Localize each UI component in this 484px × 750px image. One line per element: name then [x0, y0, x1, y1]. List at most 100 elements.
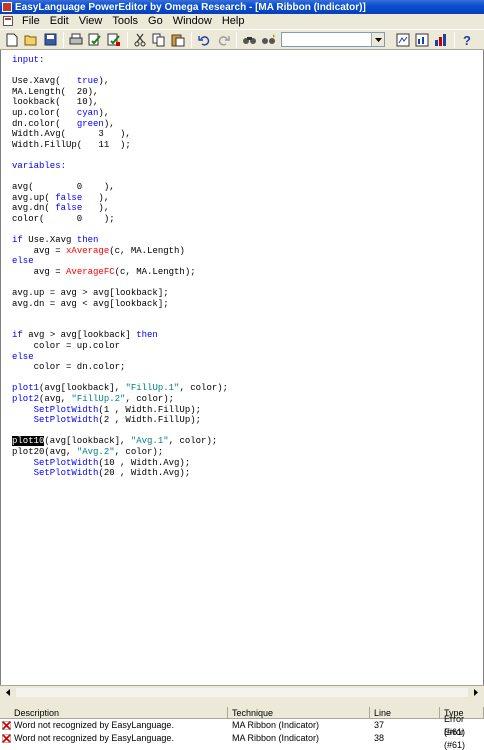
menu-edit[interactable]: Edit	[45, 14, 74, 28]
code-token: input:	[12, 55, 45, 65]
column-header-technique[interactable]: Technique	[228, 707, 370, 718]
code-line[interactable]: if avg > avg[lookback] then	[12, 330, 228, 341]
code-line[interactable]: ​	[12, 373, 228, 384]
code-line[interactable]: Width.FillUp( 11 );	[12, 140, 228, 151]
scroll-right-icon[interactable]	[470, 687, 482, 698]
code-token: avg =	[12, 245, 67, 256]
error-row[interactable]: Word not recognized by EasyLanguage. MA …	[0, 714, 484, 737]
menu-file[interactable]: File	[17, 14, 45, 28]
code-line[interactable]: up.color( cyan),	[12, 108, 228, 119]
code-line[interactable]: else	[12, 256, 228, 267]
code-token: color = up.color	[12, 341, 121, 352]
code-token: if	[12, 235, 23, 246]
verify-icon[interactable]	[87, 32, 103, 48]
code-text[interactable]: input:​Use.Xavg( true),MA.Length( 20),lo…	[12, 55, 228, 479]
code-line[interactable]: variables:	[12, 161, 228, 172]
menu-view[interactable]: View	[74, 14, 108, 28]
code-line[interactable]: avg.dn = avg < avg[lookback];	[12, 299, 228, 310]
column-header-description[interactable]: Description	[0, 707, 228, 718]
code-line[interactable]: SetPlotWidth(2 , Width.FillUp);	[12, 415, 228, 426]
code-line[interactable]: ​	[12, 172, 228, 183]
app-icon[interactable]	[2, 2, 12, 12]
code-line[interactable]: color( 0 );	[12, 214, 228, 225]
code-line[interactable]: avg.up( false ),	[12, 193, 228, 204]
save-icon[interactable]	[42, 32, 58, 48]
code-line[interactable]: plot20(avg, "Avg.2", color);	[12, 447, 228, 458]
code-line[interactable]: ​	[12, 66, 228, 77]
dictionary-icon[interactable]	[395, 32, 411, 48]
code-line[interactable]: input:	[12, 55, 228, 66]
code-token: dn.color(	[12, 118, 77, 129]
code-token: ),	[82, 203, 110, 214]
verify-all-icon[interactable]	[106, 32, 122, 48]
open-folder-icon[interactable]	[23, 32, 39, 48]
toolbar: ?	[0, 29, 484, 50]
code-token: color = dn.color;	[12, 362, 126, 373]
code-line[interactable]: avg.up = avg > avg[lookback];	[12, 288, 228, 299]
error-row[interactable]: Word not recognized by EasyLanguage. MA …	[0, 727, 484, 750]
code-line[interactable]: SetPlotWidth(10 , Width.Avg);	[12, 458, 228, 469]
menu-window[interactable]: Window	[168, 14, 217, 28]
code-token: (2 , Width.FillUp);	[98, 415, 202, 426]
code-line[interactable]: avg( 0 ),	[12, 182, 228, 193]
redo-icon[interactable]	[215, 32, 231, 48]
scroll-left-icon[interactable]	[2, 687, 14, 698]
paste-icon[interactable]	[170, 32, 186, 48]
menu-tools[interactable]: Tools	[107, 14, 143, 28]
code-line[interactable]: else	[12, 352, 228, 363]
code-line[interactable]: ​	[12, 320, 228, 331]
code-token: then	[136, 330, 158, 341]
code-editor[interactable]: input:​Use.Xavg( true),MA.Length( 20),lo…	[0, 50, 484, 685]
menu-help[interactable]: Help	[217, 14, 250, 28]
code-line[interactable]: MA.Length( 20),	[12, 87, 228, 98]
code-token: (c, MA.Length)	[109, 245, 185, 256]
toolbar-combo[interactable]	[281, 32, 385, 47]
code-line[interactable]: avg = xAverage(c, MA.Length)	[12, 246, 228, 257]
code-token: SetPlotWidth	[33, 404, 99, 415]
code-line[interactable]: avg.dn( false ),	[12, 203, 228, 214]
code-line[interactable]: Width.Avg( 3 ),	[12, 129, 228, 140]
print-icon[interactable]	[68, 32, 84, 48]
code-line[interactable]: ​	[12, 426, 228, 437]
code-line[interactable]: avg = AverageFC(c, MA.Length);	[12, 267, 228, 278]
code-line[interactable]: color = up.color	[12, 341, 228, 352]
code-line[interactable]: plot1(avg[lookback], "FillUp.1", color);	[12, 383, 228, 394]
code-line[interactable]: ​	[12, 277, 228, 288]
find-icon[interactable]	[241, 32, 257, 48]
code-line[interactable]: color = dn.color;	[12, 362, 228, 373]
code-line[interactable]: if Use.Xavg then	[12, 235, 228, 246]
undo-icon[interactable]	[196, 32, 212, 48]
code-token: Width.FillUp( 11 );	[12, 139, 131, 150]
error-description: Word not recognized by EasyLanguage.	[14, 733, 174, 743]
column-header-line[interactable]: Line	[370, 707, 440, 718]
code-line[interactable]: plot10(avg[lookback], "Avg.1", color);	[12, 436, 228, 447]
copy-icon[interactable]	[151, 32, 167, 48]
chart-icon[interactable]	[414, 32, 430, 48]
bar-chart-icon[interactable]	[433, 32, 449, 48]
document-icon[interactable]	[3, 16, 13, 26]
chevron-down-icon[interactable]	[371, 33, 384, 46]
horizontal-scrollbar[interactable]	[0, 685, 484, 699]
new-file-icon[interactable]	[4, 32, 20, 48]
code-line[interactable]: ​	[12, 225, 228, 236]
code-line[interactable]: dn.color( green),	[12, 119, 228, 130]
code-line[interactable]: SetPlotWidth(1 , Width.FillUp);	[12, 405, 228, 416]
menu-go[interactable]: Go	[143, 14, 168, 28]
menu-bar: File Edit View Tools Go Window Help	[0, 14, 484, 28]
error-icon	[2, 721, 11, 730]
code-line[interactable]: ​	[12, 150, 228, 161]
code-line[interactable]: Use.Xavg( true),	[12, 76, 228, 87]
code-token: else	[12, 256, 34, 267]
code-line[interactable]: SetPlotWidth(20 , Width.Avg);	[12, 468, 228, 479]
code-line[interactable]: lookback( 10),	[12, 97, 228, 108]
code-token: else	[12, 351, 34, 362]
scroll-track[interactable]	[16, 688, 468, 697]
code-line[interactable]: ​	[12, 309, 228, 320]
cut-icon[interactable]	[132, 32, 148, 48]
code-token: plot2	[12, 394, 40, 404]
code-line[interactable]: plot2(avg, "FillUp.2", color);	[12, 394, 228, 405]
help-icon[interactable]: ?	[459, 32, 475, 48]
find-next-icon[interactable]	[260, 32, 276, 48]
